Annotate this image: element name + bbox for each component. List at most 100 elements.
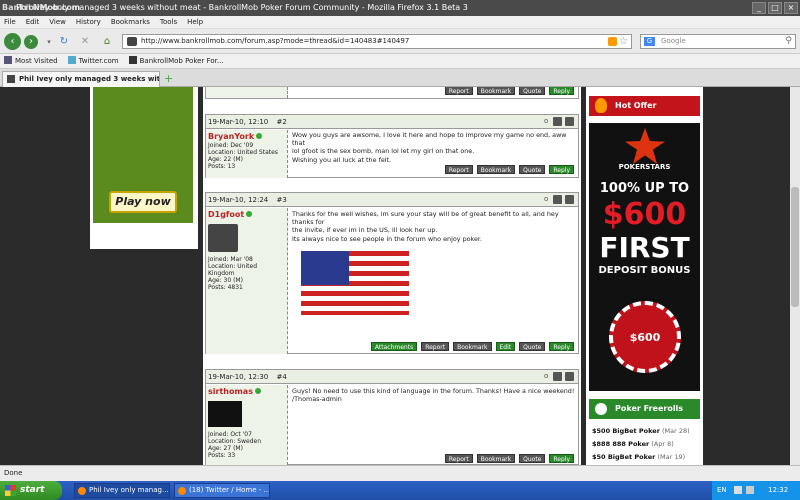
report-button[interactable]: Report [444,165,473,174]
post-actions: Report Bookmark Quote Reply [444,165,574,174]
taskbar-item-firefox[interactable]: Phil Ivey only manag... [74,483,170,498]
pokerstars-banner[interactable]: POKERSTARS 100% UP TO $600 FIRST DEPOSIT… [589,123,700,391]
bookmark-button[interactable]: Bookmark [476,87,516,95]
fire-icon [595,98,607,113]
attachments-button[interactable]: Attachments [370,342,418,351]
bookmark-bankrollmob[interactable]: BankrollMob Poker For... [128,54,224,68]
reply-button[interactable]: Reply [549,342,574,351]
user-location: Location: United States [208,149,278,156]
post-author[interactable]: sirthomas [208,387,253,396]
menu-history[interactable]: History [76,16,101,28]
bookmark-button[interactable]: Bookmark [476,165,516,174]
flag-post-icon[interactable] [553,195,562,204]
folder-icon [4,56,12,64]
system-tray: EN 12:32 PM [712,481,800,500]
user-avatar[interactable] [208,224,238,252]
volume-icon[interactable] [746,486,754,494]
user-post-count: Posts: 13 [208,163,236,170]
quote-button[interactable]: Quote [519,87,546,95]
home-icon[interactable]: ⌂ [100,35,114,49]
vertical-scrollbar[interactable] [790,87,800,465]
play-now-button[interactable]: Play now [109,191,177,213]
window-titlebar: BankrollMob.com Phil Ivey only managed 3… [0,0,800,16]
menu-edit[interactable]: Edit [26,16,40,28]
user-avatar[interactable] [208,401,242,427]
stop-icon[interactable]: ✕ [78,35,92,49]
menu-tools[interactable]: Tools [160,16,177,28]
menu-bar: File Edit View History Bookmarks Tools H… [0,16,800,29]
search-input[interactable]: G Google ⚲ [640,34,796,49]
bookmark-twitter[interactable]: Twitter.com [67,54,119,68]
report-button[interactable]: Report [444,454,473,463]
user-location: Location: United Kingdom [208,263,258,277]
ignore-user-icon[interactable] [565,195,574,204]
post-anchor-icon[interactable]: o [544,195,550,204]
forum-post: 19-Mar-10, 12:30 #4 o sirthomas Joined: … [205,369,579,465]
flag-post-icon[interactable] [553,372,562,381]
quote-button[interactable]: Quote [519,454,546,463]
post-anchor-icon[interactable]: o [544,117,550,126]
freeroll-date: (Mar 28) [662,427,690,435]
freerolls-header: Poker Freerolls [589,399,700,419]
back-icon[interactable]: ‹ [4,33,21,50]
url-input[interactable]: http://www.bankrollmob.com/forum.asp?mod… [122,34,632,49]
post-anchor-icon[interactable]: o [544,372,550,381]
list-item[interactable]: $888 888 Poker (Apr 8) [592,438,702,451]
menu-bookmarks[interactable]: Bookmarks [111,16,150,28]
report-button[interactable]: Report [421,342,450,351]
language-indicator[interactable]: EN [717,481,727,500]
left-ad-banner[interactable]: Play now [93,87,193,223]
post-author[interactable]: BryanYork [208,132,254,141]
menu-file[interactable]: File [4,16,16,28]
forward-icon[interactable]: › [24,35,38,49]
new-tab-button[interactable]: + [164,72,173,85]
rss-feed-icon[interactable] [608,37,617,46]
search-icon[interactable]: ⚲ [785,35,792,48]
list-item[interactable]: $500 BigBet Poker (Mar 28) [592,425,702,438]
post-number[interactable]: #4 [276,373,286,381]
bonus-line-1: 100% UP TO [599,181,690,196]
menu-view[interactable]: View [49,16,66,28]
user-info-panel: BryanYork Joined: Dec '09 Location: Unit… [206,130,288,178]
quote-button[interactable]: Quote [519,165,546,174]
site-favicon-icon [127,37,137,46]
post-number[interactable]: #3 [276,196,286,204]
menu-help[interactable]: Help [187,16,203,28]
reply-button[interactable]: Reply [549,454,574,463]
reload-icon[interactable]: ↻ [57,35,71,49]
report-button[interactable]: Report [444,87,473,95]
minimize-button[interactable]: _ [752,2,766,14]
bookmark-button[interactable]: Bookmark [453,342,492,351]
ignore-user-icon[interactable] [565,117,574,126]
ignore-user-icon[interactable] [565,372,574,381]
close-button[interactable]: × [784,2,798,14]
flag-canton [301,251,349,285]
history-dropdown-icon[interactable]: ▾ [42,35,56,49]
clock[interactable]: 12:32 PM [768,481,800,500]
bankrollmob-icon [128,56,137,64]
user-location: Location: Sweden [208,438,262,445]
post-header: 19-Mar-10, 12:30 #4 o [206,370,578,384]
reply-button[interactable]: Reply [549,165,574,174]
right-ad-panel: Hot Offer POKERSTARS 100% UP TO $600 FIR… [586,87,703,465]
edit-button[interactable]: Edit [495,342,516,351]
flag-post-icon[interactable] [553,117,562,126]
maximize-button[interactable]: □ [768,2,782,14]
scrollbar-thumb[interactable] [791,187,799,307]
google-engine-icon[interactable]: G [644,37,655,46]
post-number[interactable]: #2 [276,118,286,126]
bookmark-button[interactable]: Bookmark [476,454,516,463]
reply-button[interactable]: Reply [549,87,574,95]
tab-active[interactable]: Phil Ivey only managed 3 weeks with... [2,71,160,87]
post-author[interactable]: D1gfoot [208,210,244,219]
us-flag-image[interactable] [301,251,409,315]
bookmark-star-icon[interactable]: ☆ [619,35,628,48]
post-text-line: Wishing you all luck at the felt. [292,155,392,164]
network-icon[interactable] [734,486,742,494]
pokerstars-star-icon [625,128,665,164]
start-button[interactable]: start [0,481,62,500]
list-item[interactable]: $50 BigBet Poker (Mar 19) [592,451,702,464]
taskbar-item-twitter[interactable]: (18) Twitter / Home - ... [174,483,270,498]
quote-button[interactable]: Quote [519,342,546,351]
bookmark-most-visited[interactable]: Most Visited [4,54,58,68]
